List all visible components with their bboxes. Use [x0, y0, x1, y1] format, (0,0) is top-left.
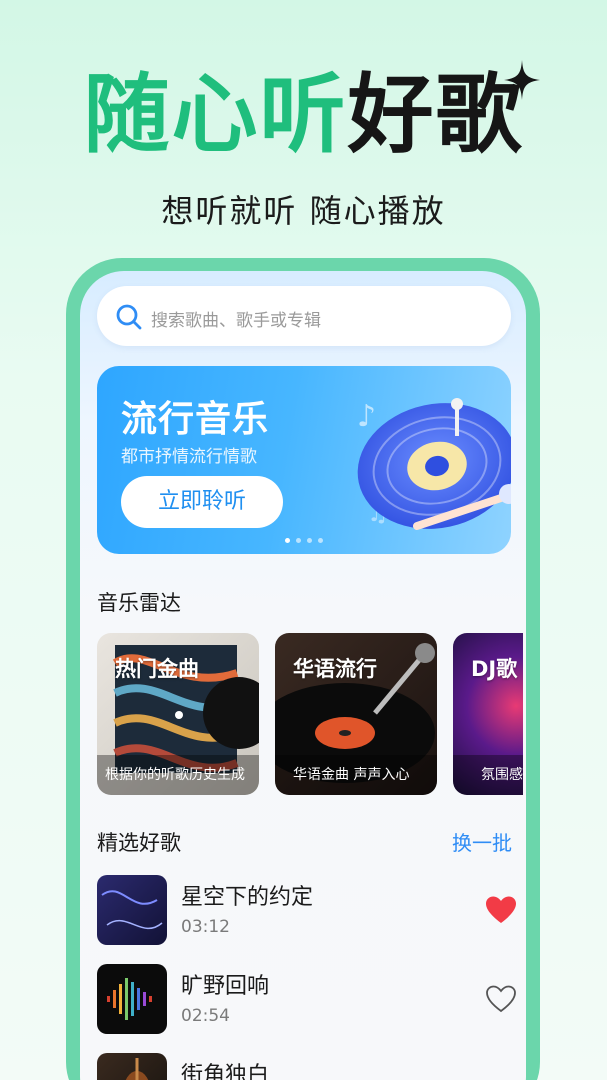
banner-description: 都市抒情流行情歌: [121, 447, 257, 467]
song-duration: 02:54: [181, 1006, 230, 1026]
vinyl-record-icon: ♪ ♫: [357, 398, 511, 530]
heart-filled-icon[interactable]: [485, 895, 517, 925]
radar-card-label: 华语流行: [293, 657, 377, 681]
picks-section-title: 精选好歌: [97, 831, 181, 855]
hero-section: 随心听好歌 想听就听 随心播放: [0, 0, 607, 250]
hero-subtitle: 想听就听 随心播放: [161, 192, 446, 230]
song-cover: [97, 1053, 167, 1080]
song-duration: 03:12: [181, 917, 230, 937]
app-screen: 搜索歌曲、歌手或专辑 流行音乐 都市抒情流行情歌 立即聆听 ♪ ♫ 音乐雷达 热…: [80, 271, 526, 1080]
search-bar[interactable]: 搜索歌曲、歌手或专辑: [97, 286, 511, 346]
radar-section-title: 音乐雷达: [97, 591, 181, 615]
banner-pagination[interactable]: [285, 538, 323, 543]
song-title: 旷野回响: [181, 974, 270, 999]
radar-card-subtitle: 氛围感: [453, 755, 523, 795]
violin-art: [125, 1058, 149, 1080]
radar-card-label: 热门金曲: [115, 657, 199, 681]
page-dot[interactable]: [318, 538, 323, 543]
radar-card-hot[interactable]: 热门金曲 根据你的听歌历史生成: [97, 633, 259, 795]
song-cover: [97, 875, 167, 945]
phone-frame: 搜索歌曲、歌手或专辑 流行音乐 都市抒情流行情歌 立即聆听 ♪ ♫ 音乐雷达 热…: [66, 258, 540, 1080]
banner-title: 流行音乐: [121, 399, 270, 440]
song-cover-art: [101, 890, 163, 930]
song-item[interactable]: 星空下的约定 03:12: [97, 875, 517, 947]
page-dot[interactable]: [285, 538, 290, 543]
hero-title-green: 随心听: [83, 65, 348, 165]
search-placeholder[interactable]: 搜索歌曲、歌手或专辑: [151, 306, 321, 331]
page-dot[interactable]: [307, 538, 312, 543]
svg-text:♪: ♪: [357, 399, 376, 434]
song-item[interactable]: 旷野回响 02:54: [97, 964, 517, 1036]
radar-card-subtitle: 根据你的听歌历史生成: [97, 755, 259, 795]
radar-card-dj[interactable]: DJ歌 氛围感: [453, 633, 523, 795]
promo-banner[interactable]: 流行音乐 都市抒情流行情歌 立即聆听 ♪ ♫: [97, 366, 511, 554]
sparkle-icon: [504, 60, 540, 100]
radar-carousel[interactable]: 热门金曲 根据你的听歌历史生成 华语流行 华语金曲 声声入心 DJ歌 氛围感: [97, 633, 526, 795]
page-dot[interactable]: [296, 538, 301, 543]
heart-outline-icon[interactable]: [485, 984, 517, 1014]
search-icon[interactable]: [115, 303, 143, 331]
refresh-button[interactable]: 换一批: [452, 827, 512, 856]
listen-now-button[interactable]: 立即聆听: [121, 476, 283, 528]
song-title: 星空下的约定: [181, 885, 314, 910]
radar-card-mandarin[interactable]: 华语流行 华语金曲 声声入心: [275, 633, 437, 795]
song-item[interactable]: 街角独白: [97, 1053, 517, 1080]
radar-card-label: DJ歌: [471, 657, 518, 681]
soundwave-art: [107, 978, 152, 1020]
hero-title-dark: 好歌: [347, 65, 524, 165]
song-cover: [97, 964, 167, 1034]
song-title: 街角独白: [181, 1063, 270, 1080]
radar-card-subtitle: 华语金曲 声声入心: [275, 755, 437, 795]
